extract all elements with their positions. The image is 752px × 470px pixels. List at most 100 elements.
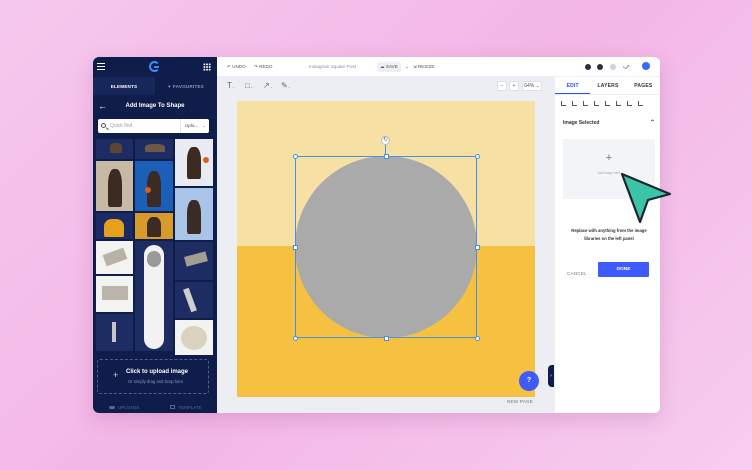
undo-button[interactable]: ↶ UNDO xyxy=(227,57,246,77)
cancel-button[interactable]: CANCEL xyxy=(567,267,587,281)
tab-favourites[interactable]: ♥ FAVOURITES xyxy=(155,77,217,95)
tab-layers[interactable]: LAYERS xyxy=(590,77,625,94)
image-thumb[interactable] xyxy=(135,161,173,211)
chevron-down-icon: ⌄ xyxy=(287,84,292,89)
resize-button[interactable]: ⇲RESIZE xyxy=(413,57,434,77)
redo-label: REDO xyxy=(259,64,273,69)
avatar[interactable] xyxy=(642,62,650,70)
image-thumb[interactable] xyxy=(96,276,133,312)
panel-title: Add Image To Shape xyxy=(125,103,185,109)
left-panel: ELEMENTS ♥ FAVOURITES ← Add Image To Sha… xyxy=(93,57,217,413)
image-thumb[interactable] xyxy=(96,241,133,274)
menu-icon[interactable] xyxy=(97,63,105,70)
upload-dropzone[interactable]: + Click to upload image Or simply drag a… xyxy=(97,359,209,394)
resize-handle-bottom[interactable] xyxy=(384,336,389,341)
chevron-down-icon: ⌄ xyxy=(269,84,274,89)
zoom-in-button[interactable]: + xyxy=(509,81,519,91)
left-topbar xyxy=(93,57,217,77)
new-page-button[interactable]: NEW PAGE xyxy=(507,399,533,404)
search-input[interactable] xyxy=(110,119,170,133)
save-button[interactable]: ☁ SAVE xyxy=(377,62,401,72)
image-thumb[interactable] xyxy=(175,188,213,240)
image-thumb[interactable] xyxy=(135,139,173,159)
text-tool-button[interactable]: T⌄ xyxy=(227,77,235,96)
tab-elements[interactable]: ELEMENTS xyxy=(93,77,155,95)
align-top-icon[interactable] xyxy=(594,101,599,106)
line-tool-button[interactable]: ↗⌄ xyxy=(263,77,273,96)
section-header[interactable]: Image Selected ⌃ xyxy=(563,120,655,126)
shape-tool-button[interactable]: □⌄ xyxy=(245,77,253,96)
right-tabs: EDIT LAYERS PAGES xyxy=(555,77,660,95)
tab-pages[interactable]: PAGES xyxy=(626,77,660,94)
clock-icon[interactable] xyxy=(610,64,616,70)
align-middle-icon[interactable] xyxy=(605,101,610,106)
share-icon[interactable]: ⤻ xyxy=(623,57,629,77)
cloud-save-icon: ☁ xyxy=(380,64,385,69)
selection-box[interactable] xyxy=(295,156,477,338)
tab-uploads[interactable]: UPLOADS xyxy=(93,401,155,413)
image-thumb[interactable] xyxy=(135,241,173,351)
resize-label: RESIZE xyxy=(417,64,435,69)
chevron-down-icon: ⌄ xyxy=(249,84,254,89)
zoom-out-button[interactable]: − xyxy=(497,81,507,91)
done-button[interactable]: DONE xyxy=(598,262,649,277)
image-thumb[interactable] xyxy=(175,320,213,355)
redo-button[interactable]: ↷ REDO xyxy=(254,57,272,77)
rotate-handle-icon[interactable]: ↻ xyxy=(381,136,390,145)
zoom-value: 64% xyxy=(524,83,535,89)
format-bar: T⌄ □⌄ ↗⌄ ✎⌄ − + 64% ⌄ xyxy=(217,77,554,95)
upload-filter-select[interactable]: Uplo... ⌄ xyxy=(180,119,209,133)
resize-icon: ⇲ xyxy=(413,64,417,69)
tab-edit[interactable]: EDIT xyxy=(555,77,591,94)
upload-filter-label: Uplo... xyxy=(185,123,199,128)
document-title[interactable]: Instagram Square Post xyxy=(309,57,356,77)
save-options-chevron-icon[interactable]: ⌄ xyxy=(405,57,409,77)
align-center-icon[interactable] xyxy=(572,101,577,106)
help-button[interactable]: ? xyxy=(519,371,539,391)
draw-tool-button[interactable]: ✎⌄ xyxy=(281,77,291,96)
share-layers-icon[interactable] xyxy=(585,64,591,70)
chevron-down-icon: ⌄ xyxy=(231,84,236,89)
resize-handle-left[interactable] xyxy=(293,245,298,250)
image-thumb[interactable] xyxy=(96,213,133,239)
resize-handle-tr[interactable] xyxy=(475,154,480,159)
chevron-down-icon: ⌄ xyxy=(202,123,206,128)
search-icon xyxy=(101,122,106,128)
editor-window: ELEMENTS ♥ FAVOURITES ← Add Image To Sha… xyxy=(93,57,660,413)
image-thumb[interactable] xyxy=(96,139,133,159)
align-left-icon[interactable] xyxy=(561,101,566,106)
image-thumb[interactable] xyxy=(175,242,213,280)
image-thumb[interactable] xyxy=(175,282,213,318)
image-thumb[interactable] xyxy=(135,213,173,239)
undo-icon: ↶ xyxy=(227,64,231,69)
upload-subtitle: Or simply drag and Drop here xyxy=(128,379,184,384)
zoom-select[interactable]: 64% ⌄ xyxy=(522,81,542,91)
align-bottom-icon[interactable] xyxy=(616,101,621,106)
cloud-icon xyxy=(108,405,115,409)
logo-icon[interactable] xyxy=(149,61,160,72)
apps-grid-icon[interactable] xyxy=(203,63,211,71)
distribute-icon[interactable] xyxy=(627,101,632,106)
resize-handle-top[interactable] xyxy=(384,154,389,159)
resize-handle-right[interactable] xyxy=(475,245,480,250)
resize-handle-br[interactable] xyxy=(475,336,480,341)
redo-icon: ↷ xyxy=(254,64,258,69)
settings-icon[interactable] xyxy=(597,64,603,70)
spacing-icon[interactable] xyxy=(638,101,643,106)
artboard[interactable]: ↻ xyxy=(237,101,535,397)
plus-icon: + xyxy=(605,152,613,164)
image-thumb[interactable] xyxy=(96,314,133,351)
resize-handle-bl[interactable] xyxy=(293,336,298,341)
top-toolbar: ↶ UNDO ↷ REDO Instagram Square Post ☁ SA… xyxy=(217,57,660,77)
template-icon xyxy=(170,405,176,409)
image-thumb[interactable] xyxy=(175,139,213,186)
resize-handle-tl[interactable] xyxy=(293,154,298,159)
tab-template-label: TEMPLATE xyxy=(178,404,202,410)
tab-template[interactable]: TEMPLATE xyxy=(155,401,217,413)
canvas-area: T⌄ □⌄ ↗⌄ ✎⌄ − + 64% ⌄ ↻ ? NEW PAGE xyxy=(217,77,554,413)
tab-favourites-label: FAVOURITES xyxy=(172,83,204,89)
chevron-up-icon: ⌃ xyxy=(649,120,655,126)
upload-title: Click to upload image xyxy=(126,369,189,375)
image-thumb[interactable] xyxy=(96,161,133,211)
align-right-icon[interactable] xyxy=(583,101,588,106)
